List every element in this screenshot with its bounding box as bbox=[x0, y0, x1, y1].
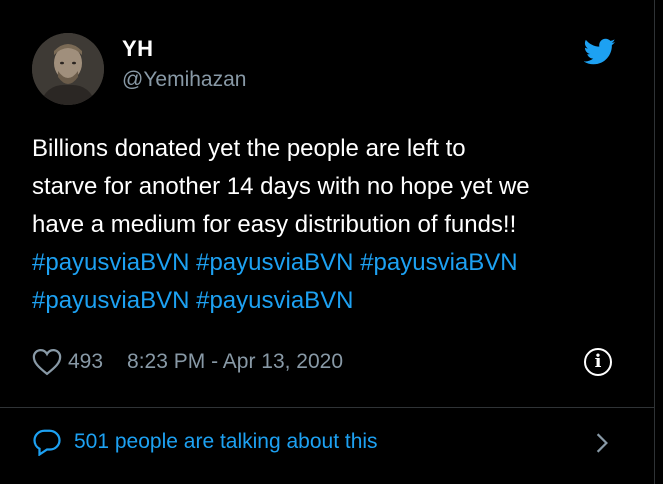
chevron-right-icon[interactable] bbox=[594, 432, 610, 454]
chat-bubble-icon bbox=[33, 429, 61, 456]
tweet-card: YH @Yemihazan Billions donated yet the p… bbox=[0, 0, 655, 484]
hashtag-link[interactable]: #payusviaBVN bbox=[32, 287, 189, 314]
hashtag-link[interactable]: #payusviaBVN bbox=[196, 287, 353, 314]
tweet-text-line: have a medium for easy distribution of f… bbox=[32, 211, 517, 238]
author-name[interactable]: YH bbox=[122, 36, 154, 62]
hashtag-link[interactable]: #payusviaBVN bbox=[32, 249, 189, 276]
hashtag-link[interactable]: #payusviaBVN bbox=[360, 249, 517, 276]
info-symbol: i bbox=[594, 351, 602, 372]
tweet-timestamp[interactable]: 8:23 PM - Apr 13, 2020 bbox=[127, 350, 343, 374]
twitter-bird-icon[interactable] bbox=[584, 38, 616, 66]
talking-count-text: 501 people are talking about this bbox=[74, 430, 378, 453]
hashtag-line: #payusviaBVN #payusviaBVN bbox=[32, 282, 632, 320]
info-icon[interactable]: i bbox=[584, 348, 612, 376]
tweet-meta: 493 8:23 PM - Apr 13, 2020 i bbox=[32, 344, 622, 380]
tweet-text-line: Billions donated yet the people are left… bbox=[32, 135, 466, 162]
author-handle[interactable]: @Yemihazan bbox=[122, 68, 246, 92]
heart-icon[interactable] bbox=[32, 348, 62, 376]
tweet-text-line: starve for another 14 days with no hope … bbox=[32, 173, 530, 200]
tweet-header: YH @Yemihazan bbox=[32, 33, 634, 105]
avatar[interactable] bbox=[32, 33, 104, 105]
divider bbox=[0, 407, 654, 408]
hashtag-line: #payusviaBVN #payusviaBVN #payusviaBVN bbox=[32, 244, 632, 282]
tweet-text: Billions donated yet the people are left… bbox=[32, 130, 632, 320]
conversation-link[interactable]: 501 people are talking about this bbox=[32, 422, 610, 462]
hashtag-link[interactable]: #payusviaBVN bbox=[196, 249, 353, 276]
like-count[interactable]: 493 bbox=[68, 350, 103, 374]
